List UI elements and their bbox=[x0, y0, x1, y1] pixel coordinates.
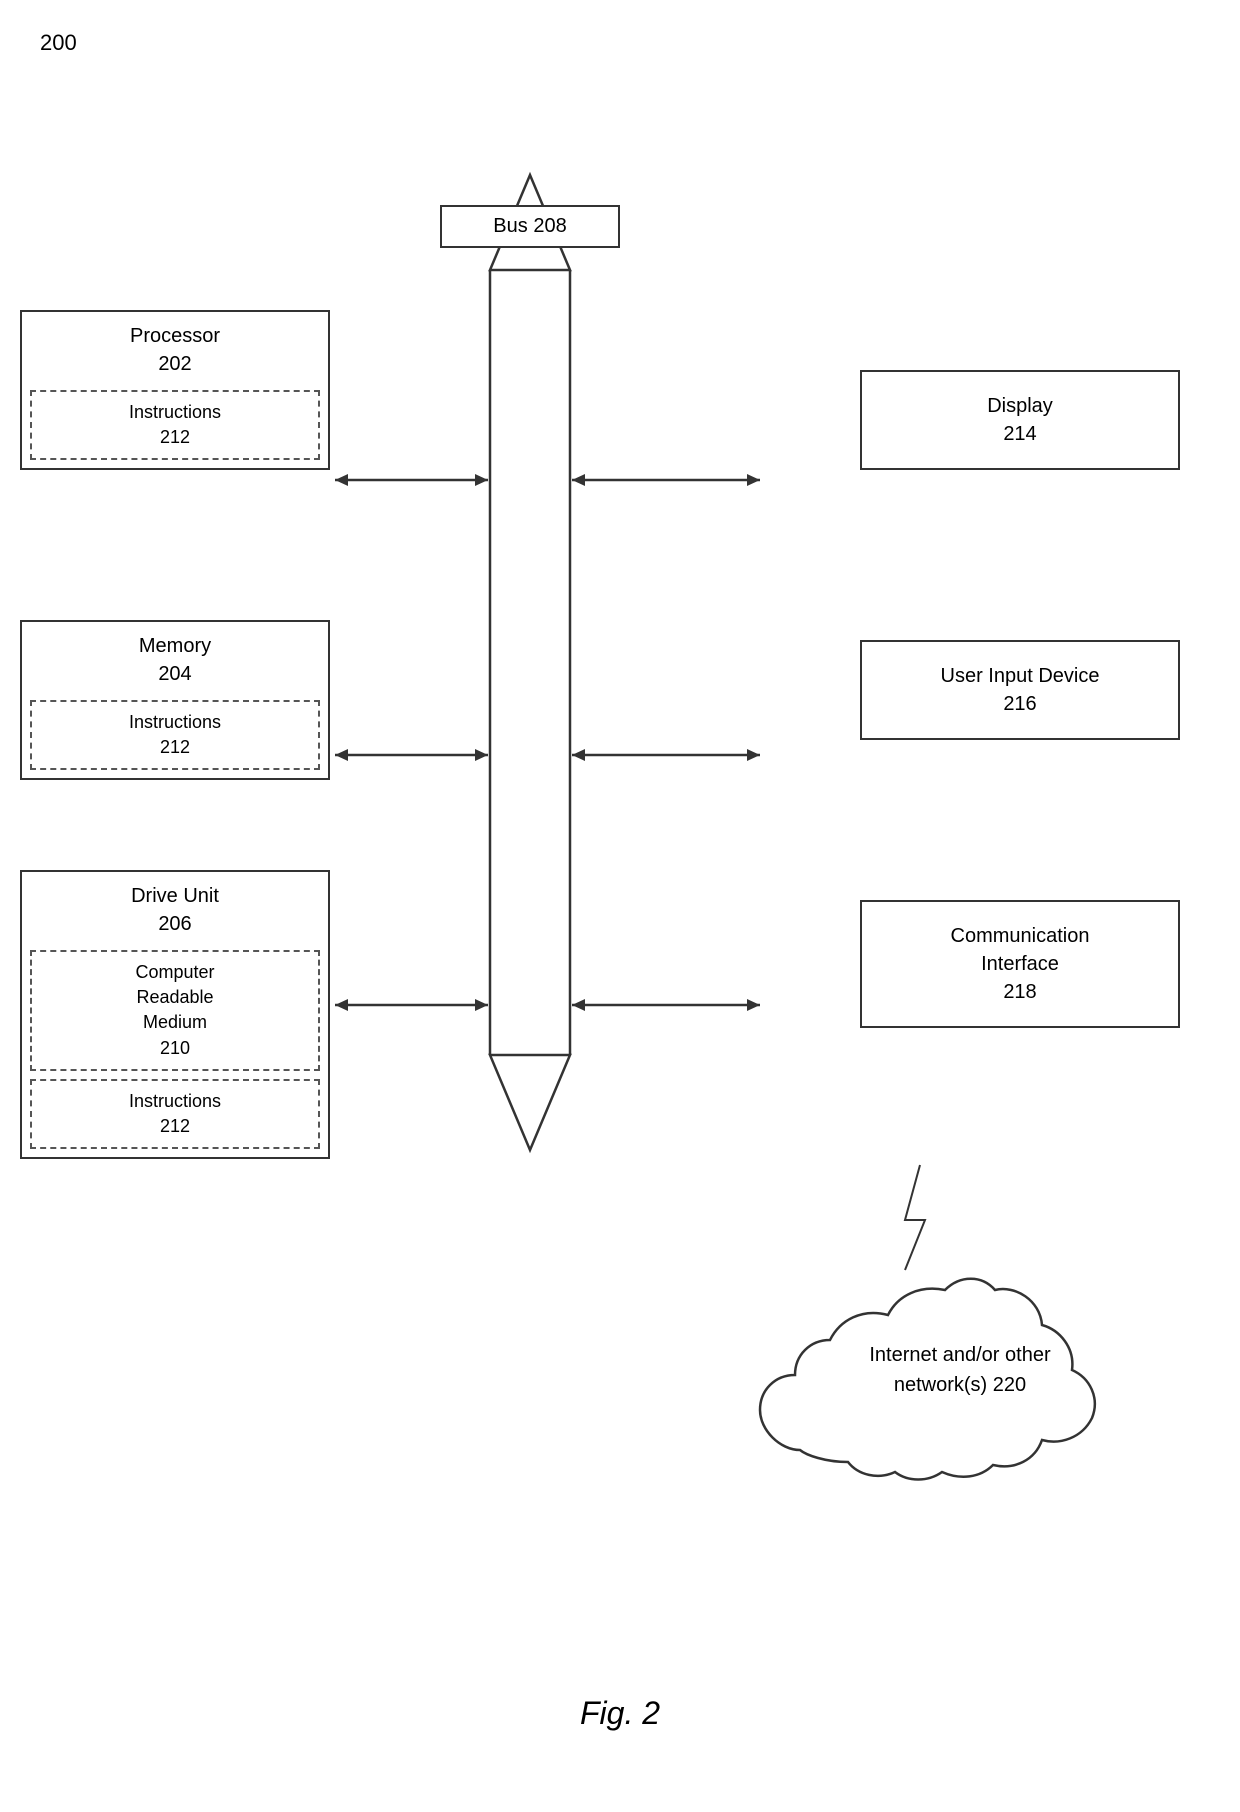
crm-label: ComputerReadableMedium210 bbox=[135, 962, 214, 1058]
drive-instructions-box: Instructions212 bbox=[30, 1079, 320, 1149]
processor-instructions-label: Instructions212 bbox=[129, 402, 221, 447]
bus-box: Bus 208 bbox=[440, 205, 620, 248]
drive-instructions-label: Instructions212 bbox=[129, 1091, 221, 1136]
display-box: Display214 bbox=[860, 370, 1180, 470]
comm-box: CommunicationInterface218 bbox=[860, 900, 1180, 1028]
figure-label: Fig. 2 bbox=[580, 1695, 660, 1732]
processor-box: Processor202 Instructions212 bbox=[20, 310, 330, 470]
uid-label: User Input Device216 bbox=[941, 665, 1100, 715]
drive-unit-box: Drive Unit206 ComputerReadableMedium210 … bbox=[20, 870, 330, 1159]
diagram-ref-label: 200 bbox=[40, 30, 77, 56]
memory-box: Memory204 Instructions212 bbox=[20, 620, 330, 780]
memory-instructions-box: Instructions212 bbox=[30, 700, 320, 770]
memory-label: Memory204 bbox=[22, 622, 328, 692]
network-label: Internet and/or other network(s) 220 bbox=[820, 1340, 1100, 1400]
diagram: 200 bbox=[0, 0, 1240, 1812]
crm-box: ComputerReadableMedium210 bbox=[30, 950, 320, 1071]
display-label: Display214 bbox=[987, 395, 1053, 445]
bus-label: Bus 208 bbox=[493, 215, 566, 237]
processor-instructions-box: Instructions212 bbox=[30, 390, 320, 460]
memory-instructions-label: Instructions212 bbox=[129, 712, 221, 757]
processor-label: Processor202 bbox=[22, 312, 328, 382]
comm-label: CommunicationInterface218 bbox=[951, 925, 1090, 1003]
drive-unit-label: Drive Unit206 bbox=[22, 872, 328, 942]
uid-box: User Input Device216 bbox=[860, 640, 1180, 740]
